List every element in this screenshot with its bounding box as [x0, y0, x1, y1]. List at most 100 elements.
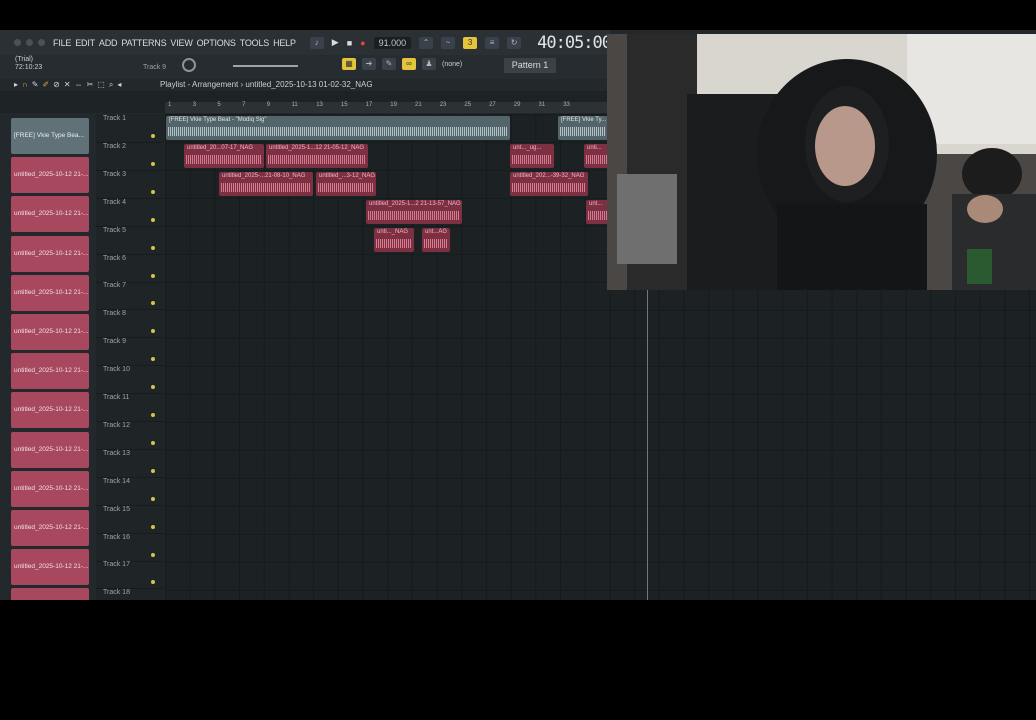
menu-patterns[interactable]: PATTERNS [121, 38, 166, 48]
track-header[interactable]: Track 4 [96, 198, 164, 227]
track-header[interactable]: Track 8 [96, 309, 164, 339]
track-enable-icon[interactable] [151, 134, 155, 138]
paint-icon[interactable]: ✐ [42, 80, 49, 90]
track-enable-icon[interactable] [151, 189, 155, 194]
master-pitch-slider[interactable] [233, 65, 298, 67]
audio-clip[interactable]: unti..._NAG [374, 227, 414, 252]
magnet-icon[interactable]: ∩ [22, 80, 28, 90]
audio-clip[interactable]: untitled_2025-...21-08-10_NAG [219, 171, 313, 196]
channel-item[interactable]: untitled_2025-10-12 21-... [11, 392, 89, 429]
audio-clip[interactable]: unt..._ug... [510, 143, 554, 168]
arrow-right-icon[interactable]: ➔ [362, 58, 376, 70]
loop-record-icon[interactable]: ↻ [507, 36, 522, 49]
pattern-none-select[interactable]: (none) [442, 61, 462, 68]
delete-icon[interactable]: ⊘ [53, 80, 60, 90]
track-header[interactable]: Track 11 [96, 393, 164, 422]
channel-item[interactable]: untitled_2025-10-12 21-... [11, 470, 89, 507]
channel-item[interactable]: untitled_2025-10-12 21-... [11, 196, 89, 233]
metronome-icon[interactable]: ⌃ [419, 36, 434, 49]
playback-icon[interactable]: ◂ [117, 80, 121, 90]
mute-icon[interactable]: ✕ [64, 80, 71, 90]
stop-button[interactable]: ■ [347, 38, 352, 48]
slip-icon[interactable]: ⇔ [75, 80, 83, 90]
track-header[interactable]: Track 12 [96, 421, 164, 450]
menu-edit[interactable]: EDIT [75, 38, 95, 48]
stamp-icon[interactable]: ♟ [422, 58, 436, 70]
maximize-window-icon[interactable] [38, 39, 45, 46]
track-header[interactable]: Track 13 [96, 449, 164, 478]
audio-clip[interactable]: untitled_20...07-17_NAG [184, 143, 264, 168]
channel-item[interactable]: untitled_2025-10-12 21-... [11, 274, 89, 311]
menu-add[interactable]: ADD [99, 38, 118, 48]
track-header[interactable]: Track 5 [96, 226, 164, 255]
audio-clip[interactable]: [FREE] Vkie Ty... [558, 116, 608, 140]
close-window-icon[interactable] [14, 39, 21, 46]
audio-clip[interactable]: untitled_2025-1...12 21-05-12_NAG [266, 143, 368, 168]
track-enable-icon[interactable] [151, 357, 155, 362]
select-icon[interactable]: ⬚ [97, 80, 105, 90]
track-header[interactable]: Track 17 [96, 560, 164, 590]
track-enable-icon[interactable] [151, 580, 155, 585]
channel-item[interactable]: untitled_2025-10-12 21-... [11, 353, 89, 390]
track-enable-icon[interactable] [151, 217, 155, 222]
channel-item[interactable]: untitled_2025-10-12 21-... [11, 157, 89, 194]
audio-clip[interactable]: [FREE] Vkie Type Beat - "Modiq Sig" [166, 116, 510, 140]
track-enable-icon[interactable] [151, 552, 155, 557]
countdown-icon[interactable]: 3 [463, 36, 478, 49]
track-enable-icon[interactable] [151, 161, 155, 166]
track-enable-icon[interactable] [151, 440, 155, 445]
track-header[interactable]: Track 16 [96, 533, 164, 562]
channel-item[interactable]: untitled_2025-10-12 21-... [11, 510, 89, 546]
slice-icon[interactable]: ✂ [87, 80, 94, 90]
playhead-line[interactable] [647, 262, 648, 600]
audio-clip[interactable]: untitled_202...-39-32_NAG [510, 171, 588, 196]
menu-tools[interactable]: TOOLS [240, 38, 270, 48]
track-enable-icon[interactable] [151, 468, 155, 473]
track-enable-icon[interactable] [151, 413, 155, 417]
track-enable-icon[interactable] [151, 329, 155, 334]
menu-view[interactable]: VIEW [170, 38, 192, 48]
track-enable-icon[interactable] [151, 245, 155, 250]
blend-notes-icon[interactable]: ≡ [485, 36, 500, 49]
minimize-window-icon[interactable] [26, 39, 33, 46]
play-button[interactable]: ▶ [332, 37, 339, 48]
snap-link-icon[interactable]: ∞ [402, 58, 416, 70]
track-enable-icon[interactable] [151, 496, 155, 501]
draw-icon[interactable]: ✎ [32, 80, 39, 90]
audio-clip[interactable]: unt...AG [422, 227, 450, 252]
track-header[interactable]: Track 14 [96, 477, 164, 506]
pattern-selector[interactable]: Pattern 1 [504, 58, 556, 73]
record-button[interactable]: ● [360, 38, 365, 48]
channel-item[interactable]: [FREE] Vkie Type Bea... [11, 118, 89, 154]
track-header[interactable]: Track 15 [96, 505, 164, 534]
track-header[interactable]: Track 7 [96, 281, 164, 311]
track-header[interactable]: Track 1 [96, 114, 164, 143]
pencil-icon[interactable]: ✎ [382, 58, 396, 70]
audio-clip[interactable]: untitled_...3-12_NAG [316, 171, 376, 196]
channel-item[interactable]: untitled_2025-10-12 21-... [11, 431, 89, 468]
song-mode-icon[interactable]: ♪ [309, 36, 324, 49]
options-arrow-icon[interactable]: ▸ [14, 80, 18, 90]
tempo-display[interactable]: 91.000 [373, 36, 412, 49]
track-enable-icon[interactable] [151, 524, 155, 529]
channel-item[interactable]: untitled_2025-10-12 21-... [11, 314, 89, 350]
master-volume-knob[interactable] [182, 58, 196, 72]
track-enable-icon[interactable] [151, 385, 155, 390]
menu-help[interactable]: HELP [273, 38, 296, 48]
track-header[interactable]: Track 9 [96, 337, 164, 367]
track-enable-icon[interactable] [151, 273, 155, 278]
channel-item[interactable]: untitled_2025-10-12 21-... [11, 235, 89, 272]
audio-clip[interactable]: untitled_2025-1...2 21-13-57_NAG [366, 199, 462, 224]
menu-options[interactable]: OPTIONS [197, 38, 236, 48]
track-header[interactable]: Track 10 [96, 365, 164, 395]
zoom-icon[interactable]: ⌕ [109, 80, 113, 90]
track-enable-icon[interactable] [151, 301, 155, 306]
track-header[interactable]: Track 2 [96, 142, 164, 171]
wait-input-icon[interactable]: ~ [441, 36, 456, 49]
channel-item[interactable]: untitled_2025-10-12 21-... [11, 549, 89, 586]
step-seq-icon[interactable]: ▦ [342, 58, 356, 70]
track-header[interactable]: Track 3 [96, 170, 164, 199]
timeline-ruler[interactable]: 1 3 5 7 9 11 13 15 17 19 21 23 25 27 29 31 33 [165, 102, 610, 113]
track-header[interactable]: Track 6 [96, 254, 164, 283]
menu-file[interactable]: FILE [53, 38, 71, 48]
